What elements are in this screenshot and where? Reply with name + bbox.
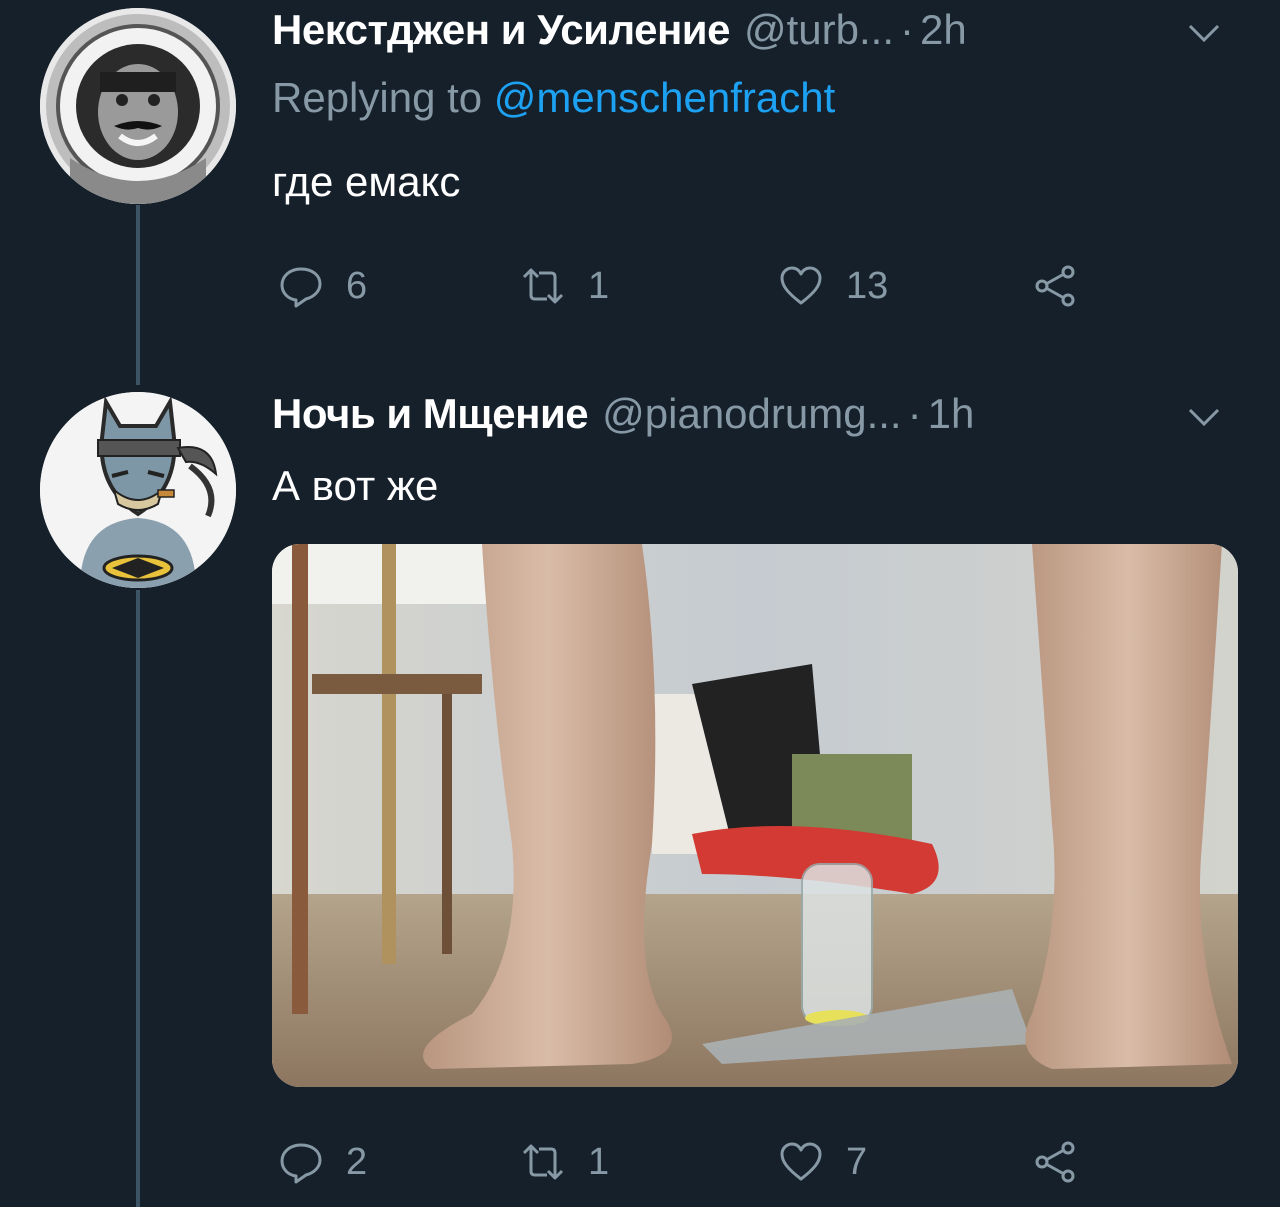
separator-dot: · [907,390,922,437]
share-icon [1035,1141,1075,1183]
author-name[interactable]: Некстджен и Усиление [272,6,731,54]
author-name[interactable]: Ночь и Мщение [272,390,589,438]
retweet-icon [522,1144,564,1180]
like-icon [780,1142,822,1181]
thread-line-lower [136,590,140,1207]
author-handle[interactable]: @pianodrumg... [602,390,901,438]
avatar[interactable] [40,8,236,204]
chevron-down-icon[interactable] [1184,14,1224,54]
reply-icon [280,267,322,308]
like-button[interactable]: 13 [778,256,888,316]
share-button[interactable] [1032,256,1078,316]
author-handle[interactable]: @turb... [744,6,894,54]
like-count: 13 [846,264,889,307]
tweet-photo[interactable] [272,544,1238,1087]
tweet-text: А вот же [272,462,439,509]
like-icon [780,266,822,305]
like-count: 7 [846,1140,868,1183]
reply-icon [280,1143,322,1184]
share-icon [1035,265,1075,307]
separator-dot: · [900,6,915,53]
retweet-count: 1 [588,264,610,307]
retweet-icon [522,268,564,304]
tweet-actions: 6 1 13 [272,256,1102,316]
timestamp[interactable]: 2h [920,6,967,54]
batman-cartoon-icon [40,392,236,588]
reply-count: 2 [346,1140,368,1183]
reply-button[interactable]: 2 [278,1132,367,1192]
share-button[interactable] [1032,1132,1078,1192]
reply-count: 6 [346,264,368,307]
retweet-count: 1 [588,1140,610,1183]
tweet-actions: 2 1 7 [272,1132,1102,1192]
tweet-header: Ночь и Мщение @pianodrumg... · 1h [272,390,974,450]
avatar[interactable] [40,392,236,588]
retweet-button[interactable]: 1 [520,1132,609,1192]
astronaut-portrait-icon [40,8,236,204]
retweet-button[interactable]: 1 [520,256,609,316]
reply-button[interactable]: 6 [278,256,367,316]
mention-link[interactable]: @menschenfracht [494,74,835,121]
tweet-header: Некстджен и Усиление @turb... · 2h [272,6,967,66]
chevron-down-icon[interactable] [1184,398,1224,438]
timestamp[interactable]: 1h [928,390,975,438]
thread-line-upper [136,205,140,385]
replying-label: Replying to [272,74,494,121]
like-button[interactable]: 7 [778,1132,867,1192]
photo-legs-and-jar-image [272,544,1238,1087]
tweet-text: где емакс [272,158,461,205]
replying-to-line: Replying to @menschenfracht [272,74,835,122]
